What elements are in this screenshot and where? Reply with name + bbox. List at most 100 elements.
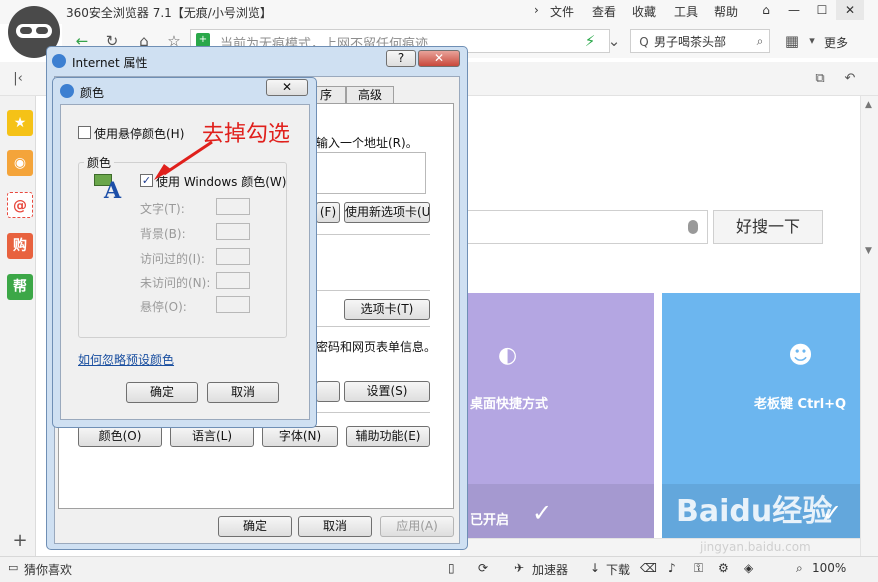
colors-ok-button[interactable]: 确定 xyxy=(126,382,198,403)
vertical-scrollbar[interactable]: ▲ ▼ xyxy=(860,96,878,556)
menu-help[interactable]: 帮助 xyxy=(714,3,738,20)
settings-icon[interactable]: ⚙ xyxy=(718,561,729,575)
baidu-watermark: Baidu经验 xyxy=(676,494,833,529)
colors-close-button[interactable]: ✕ xyxy=(266,79,308,96)
tile-status: 已开启 xyxy=(470,513,510,528)
monitor-icon: ▭ xyxy=(8,561,19,574)
use-current-button[interactable]: (F) xyxy=(316,202,340,223)
page-search-input[interactable] xyxy=(460,210,708,244)
tabs-button[interactable]: 选项卡(T) xyxy=(344,299,430,320)
maximize-button[interactable]: ☐ xyxy=(808,0,836,20)
accelerator-button[interactable]: 加速器 xyxy=(532,561,568,578)
minimize-button[interactable]: — xyxy=(780,0,808,20)
weibo-icon[interactable]: ◉ xyxy=(7,150,33,176)
fonts-button[interactable]: 字体(N) xyxy=(262,426,338,447)
shop-icon[interactable]: 购 xyxy=(7,233,33,259)
ignore-colors-link[interactable]: 如何忽略预设颜色 xyxy=(78,351,174,368)
homepage-textarea[interactable] xyxy=(316,152,426,194)
tile-boss-label: 老板键 Ctrl+Q xyxy=(754,397,847,412)
menu-arrow-icon[interactable]: › xyxy=(534,3,539,17)
use-hover-checkbox[interactable] xyxy=(78,126,91,139)
use-new-tab-button[interactable]: 使用新选项卡(U) xyxy=(344,202,430,223)
ok-button[interactable]: 确定 xyxy=(218,516,292,537)
settings-button[interactable]: 设置(S) xyxy=(344,381,430,402)
lightning-icon[interactable]: ⚡ xyxy=(578,30,602,52)
accessibility-button[interactable]: 辅助功能(E) xyxy=(346,426,430,447)
delete-button-partial[interactable] xyxy=(316,381,340,402)
menu-tools[interactable]: 工具 xyxy=(674,3,698,20)
download-icon[interactable]: ↓ xyxy=(590,561,600,575)
help-icon[interactable]: 帮 xyxy=(7,274,33,300)
boss-icon: ☻ xyxy=(788,341,814,369)
search-icon[interactable]: ⌕ xyxy=(748,30,772,52)
search-button[interactable]: 好搜一下 xyxy=(713,210,823,244)
collapse-sidebar-icon[interactable]: |‹ xyxy=(6,68,30,90)
microphone-icon[interactable] xyxy=(688,220,698,234)
background-color-label: 背景(B): xyxy=(140,227,186,241)
hover-color-swatch[interactable] xyxy=(216,296,250,313)
hover-color-label: 悬停(O): xyxy=(140,300,187,314)
cancel-button[interactable]: 取消 xyxy=(298,516,372,537)
colors-button[interactable]: 颜色(O) xyxy=(78,426,162,447)
background-color-swatch[interactable] xyxy=(216,223,250,240)
annotation-arrow-icon xyxy=(154,140,213,180)
recommend-label[interactable]: 猜你喜欢 xyxy=(24,561,72,578)
colors-dialog-title: 颜色 xyxy=(80,86,105,100)
chevron-down-icon[interactable]: ⌄ xyxy=(602,30,626,52)
shield-icon: + xyxy=(196,33,210,47)
add-icon[interactable]: + xyxy=(8,530,32,552)
undo-icon[interactable]: ↶ xyxy=(838,68,862,90)
lock-icon[interactable]: ⚿ xyxy=(694,561,703,576)
unvisited-color-swatch[interactable] xyxy=(216,272,250,289)
divider xyxy=(316,412,430,413)
menu-view[interactable]: 查看 xyxy=(592,3,616,20)
menu-favorites[interactable]: 收藏 xyxy=(632,3,656,20)
restore-tab-icon[interactable]: ⧉ xyxy=(808,68,832,90)
homepage-instructions: 输入一个地址(R)。 xyxy=(316,136,418,150)
divider xyxy=(316,326,430,327)
menu-file[interactable]: 文件 xyxy=(550,3,574,20)
dropdown-icon[interactable]: ▾ xyxy=(800,30,824,52)
mute-icon[interactable]: ♪ xyxy=(668,561,676,575)
languages-button[interactable]: 语言(L) xyxy=(170,426,254,447)
font-color-icon: A xyxy=(94,172,126,204)
search-text: 男子喝茶头部 xyxy=(654,35,727,49)
forms-text: 密码和网页表单信息。 xyxy=(316,340,437,354)
help-button[interactable]: ? xyxy=(386,50,416,67)
unvisited-color-label: 未访问的(N): xyxy=(140,276,211,290)
sync-icon[interactable]: ⟳ xyxy=(478,561,488,575)
text-color-label: 文字(T): xyxy=(140,202,185,216)
mask-icon: ◐ xyxy=(498,343,518,368)
shield-status-icon[interactable]: ◈ xyxy=(744,561,753,575)
doc-icon[interactable]: ▯ xyxy=(448,561,455,575)
globe-icon xyxy=(60,84,74,98)
visited-color-swatch[interactable] xyxy=(216,248,250,265)
tile-desktop-shortcut[interactable]: ◐ 桌面快捷方式 已开启 ✓ xyxy=(460,293,654,538)
zoom-icon[interactable]: ⌕ xyxy=(796,561,803,576)
colors-cancel-button[interactable]: 取消 xyxy=(207,382,279,403)
rocket-icon[interactable]: ✈ xyxy=(514,561,524,575)
visited-color-label: 访问过的(I): xyxy=(140,252,205,266)
tab-advanced[interactable]: 高级 xyxy=(346,86,394,104)
app-title: 360安全浏览器 7.1【无痕/小号浏览】 xyxy=(66,6,272,20)
globe-icon xyxy=(52,54,66,68)
dialog-close-button[interactable]: ✕ xyxy=(418,50,460,67)
search-engine-icon[interactable]: Q xyxy=(632,31,656,53)
zoom-level[interactable]: 100% xyxy=(812,561,846,575)
divider xyxy=(316,290,430,291)
mail-icon[interactable]: @ xyxy=(7,192,33,218)
shirt-icon[interactable]: ⌂ xyxy=(752,0,780,20)
more-button[interactable]: 更多 xyxy=(824,34,848,51)
tile-desktop-label: 桌面快捷方式 xyxy=(470,397,549,412)
divider xyxy=(316,234,430,235)
apply-button[interactable]: 应用(A) xyxy=(380,516,454,537)
trash-icon[interactable]: ⌫ xyxy=(640,561,657,575)
checkmark-icon: ✓ xyxy=(532,499,553,527)
colors-group-label: 颜色 xyxy=(84,154,115,171)
star-icon[interactable]: ★ xyxy=(7,110,33,136)
download-button[interactable]: 下载 xyxy=(606,561,630,578)
watermark-url: jingyan.baidu.com xyxy=(700,540,811,554)
text-color-swatch[interactable] xyxy=(216,198,250,215)
close-button[interactable]: ✕ xyxy=(836,0,864,20)
dialog-title: Internet 属性 xyxy=(72,56,148,70)
